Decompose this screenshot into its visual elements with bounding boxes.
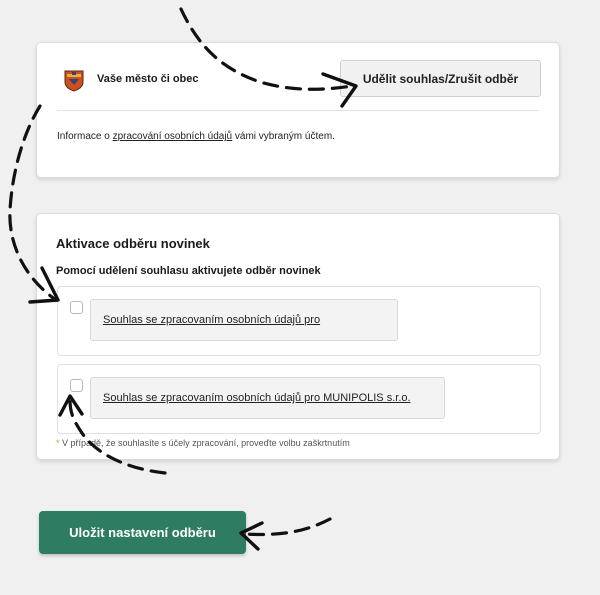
- info-text: Informace o zpracování osobních údajů vá…: [57, 131, 335, 142]
- arrow-to-save-button: [243, 517, 332, 537]
- subscription-card: Aktivace odběru novinek Pomocí udělení s…: [36, 213, 560, 460]
- info-prefix: Informace o: [57, 131, 113, 142]
- info-suffix: vámi vybraným účtem.: [232, 131, 335, 142]
- footnote: * V případě, že souhlasíte s účely zprac…: [56, 438, 350, 448]
- consent-label[interactable]: Souhlas se zpracovaním osobních údajů pr…: [90, 377, 445, 419]
- data-processing-link[interactable]: zpracování osobních údajů: [113, 131, 233, 142]
- consent-option: Souhlas se zpracovaním osobních údajů pr…: [57, 286, 541, 356]
- save-subscription-button[interactable]: Uložit nastavení odběru: [39, 511, 246, 554]
- municipality-label: Vaše město či obec: [97, 73, 199, 85]
- grant-consent-button[interactable]: Udělit souhlas/Zrušit odběr: [340, 60, 541, 97]
- consent-option: Souhlas se zpracovaním osobních údajů pr…: [57, 364, 541, 434]
- consent-checkbox[interactable]: [70, 301, 83, 314]
- divider: [57, 110, 539, 111]
- section-title: Aktivace odběru novinek: [56, 236, 210, 251]
- municipality-card: Vaše město či obec Udělit souhlas/Zrušit…: [36, 42, 560, 178]
- consent-checkbox[interactable]: [70, 379, 83, 392]
- consent-label[interactable]: Souhlas se zpracovaním osobních údajů pr…: [90, 299, 398, 341]
- footnote-text: V případě, že souhlasíte s účely zpracov…: [59, 438, 350, 448]
- municipality-crest-icon: [64, 70, 84, 92]
- section-subtitle: Pomocí udělení souhlasu aktivujete odběr…: [56, 265, 321, 277]
